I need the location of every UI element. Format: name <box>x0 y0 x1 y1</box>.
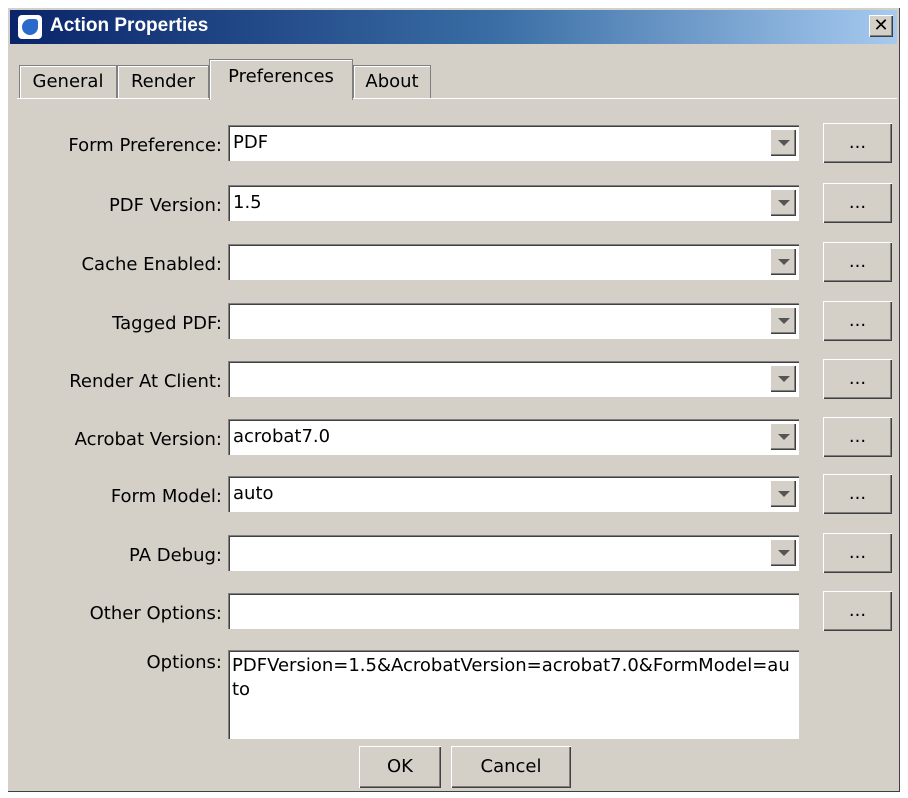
form-preference-row: Form Preference: PDF ... <box>17 123 897 165</box>
form-preference-combo[interactable]: PDF <box>228 125 799 161</box>
form-model-value: auto <box>233 483 274 504</box>
pa-debug-combo[interactable] <box>228 535 799 571</box>
render-at-client-combo[interactable] <box>228 361 799 397</box>
form-model-combo[interactable]: auto <box>228 476 799 512</box>
tab-general[interactable]: General <box>19 65 117 98</box>
tagged-pdf-ellipsis-button[interactable]: ... <box>823 301 892 341</box>
close-button[interactable]: ✕ <box>869 15 893 37</box>
ok-button[interactable]: OK <box>359 746 441 788</box>
pa-debug-ellipsis-button[interactable]: ... <box>823 533 892 573</box>
pdf-version-value: 1.5 <box>233 192 262 213</box>
chevron-down-icon <box>778 550 790 556</box>
chevron-down-icon <box>778 434 790 440</box>
form-model-ellipsis-button[interactable]: ... <box>823 474 892 514</box>
options-label: Options: <box>146 652 222 673</box>
preferences-panel: Form Preference: PDF ... PDF Version: 1.… <box>17 98 897 739</box>
dropdown-button[interactable] <box>770 539 796 566</box>
action-properties-dialog: Action Properties ✕ General Render Prefe… <box>7 7 900 792</box>
dropdown-button[interactable] <box>770 365 796 392</box>
dropdown-button[interactable] <box>770 248 796 275</box>
acrobat-version-value: acrobat7.0 <box>233 426 331 447</box>
other-options-row: Other Options: ... <box>17 591 897 633</box>
chevron-down-icon <box>778 491 790 497</box>
cancel-button[interactable]: Cancel <box>451 746 571 788</box>
cache-enabled-label: Cache Enabled: <box>81 254 222 275</box>
acrobat-version-row: Acrobat Version: acrobat7.0 ... <box>17 417 897 459</box>
chevron-down-icon <box>778 200 790 206</box>
tab-render[interactable]: Render <box>117 65 209 98</box>
render-at-client-label: Render At Client: <box>69 371 222 392</box>
chevron-down-icon <box>778 140 790 146</box>
chevron-down-icon <box>778 259 790 265</box>
app-icon <box>18 15 42 39</box>
pdf-version-ellipsis-button[interactable]: ... <box>823 183 892 223</box>
pa-debug-label: PA Debug: <box>129 545 222 566</box>
pa-debug-row: PA Debug: ... <box>17 533 897 575</box>
other-options-label: Other Options: <box>89 603 222 624</box>
form-preference-value: PDF <box>233 132 269 153</box>
window-title: Action Properties <box>50 15 209 36</box>
cache-enabled-combo[interactable] <box>228 244 799 280</box>
title-bar[interactable]: Action Properties ✕ <box>10 10 897 44</box>
other-options-input[interactable] <box>228 593 799 629</box>
cache-enabled-ellipsis-button[interactable]: ... <box>823 242 892 282</box>
pdf-version-label: PDF Version: <box>108 195 222 216</box>
tab-about[interactable]: About <box>353 65 431 98</box>
render-at-client-row: Render At Client: ... <box>17 359 897 401</box>
cache-enabled-row: Cache Enabled: ... <box>17 242 897 284</box>
options-textarea[interactable]: PDFVersion=1.5&AcrobatVersion=acrobat7.0… <box>228 650 799 739</box>
chevron-down-icon <box>778 318 790 324</box>
form-model-row: Form Model: auto ... <box>17 474 897 516</box>
pdf-version-row: PDF Version: 1.5 ... <box>17 183 897 225</box>
dropdown-button[interactable] <box>770 189 796 216</box>
chevron-down-icon <box>778 376 790 382</box>
render-at-client-ellipsis-button[interactable]: ... <box>823 359 892 399</box>
tagged-pdf-combo[interactable] <box>228 303 799 339</box>
dropdown-button[interactable] <box>770 423 796 450</box>
form-model-label: Form Model: <box>110 486 222 507</box>
acrobat-version-combo[interactable]: acrobat7.0 <box>228 419 799 455</box>
dropdown-button[interactable] <box>770 307 796 334</box>
dropdown-button[interactable] <box>770 129 796 156</box>
pdf-version-combo[interactable]: 1.5 <box>228 185 799 221</box>
tagged-pdf-label: Tagged PDF: <box>112 313 222 334</box>
other-options-ellipsis-button[interactable]: ... <box>823 591 892 631</box>
dropdown-button[interactable] <box>770 480 796 507</box>
form-preference-ellipsis-button[interactable]: ... <box>823 123 892 163</box>
tab-preferences[interactable]: Preferences <box>209 59 353 100</box>
acrobat-version-ellipsis-button[interactable]: ... <box>823 417 892 457</box>
tagged-pdf-row: Tagged PDF: ... <box>17 301 897 343</box>
acrobat-version-label: Acrobat Version: <box>74 429 222 450</box>
form-preference-label: Form Preference: <box>68 135 222 156</box>
